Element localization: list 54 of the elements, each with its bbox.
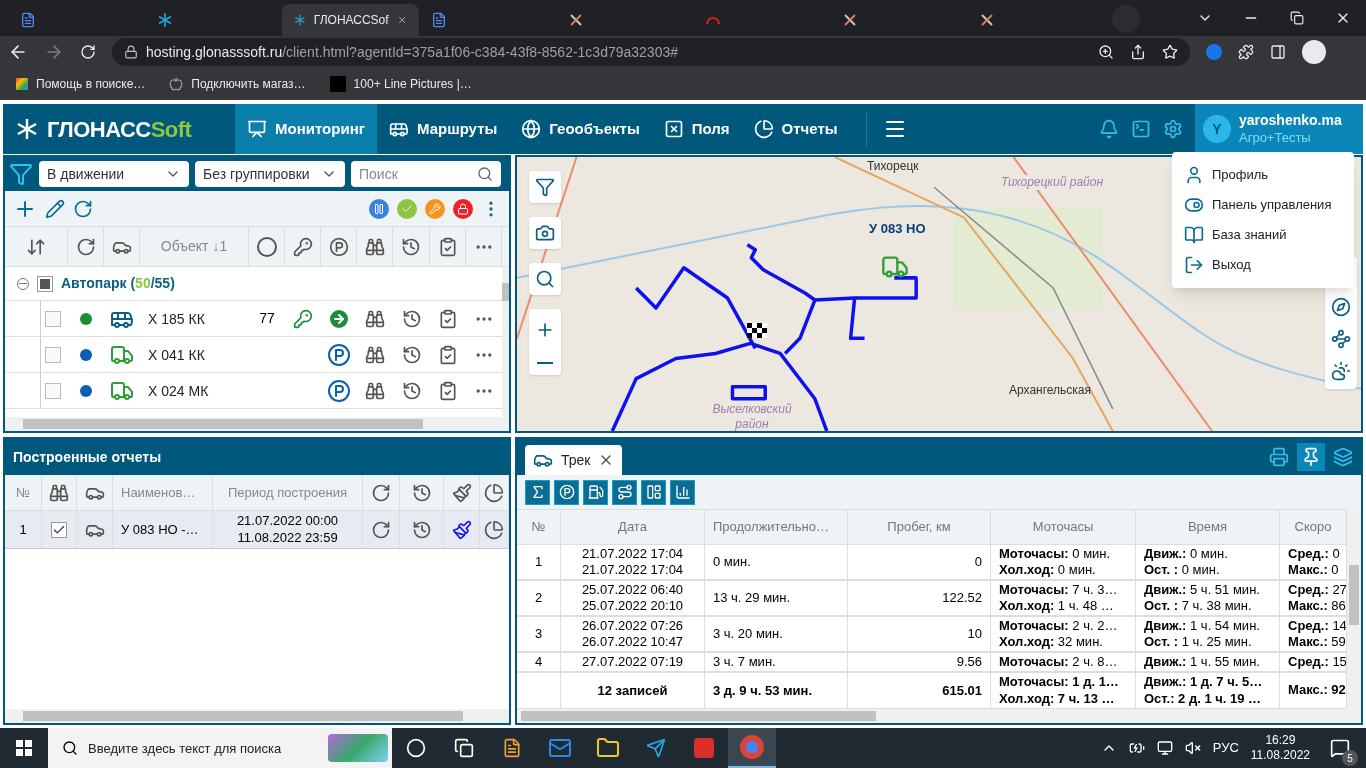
table-cell-text: 1 [19, 520, 27, 539]
clock-date: 11.08.2022 [1250, 748, 1310, 763]
table-cell: Моточасы: 2 ч. 8… [999, 653, 1118, 671]
table-cell-text: 122.52 [942, 589, 982, 608]
table-cell: Движ.: 1 ч. 55 мин. [1144, 653, 1260, 671]
column-header: № [16, 483, 30, 502]
table-cell-text: 2 [534, 589, 543, 608]
user-account: Агро+Тесты [1239, 129, 1312, 146]
table-cell-text: 0 [974, 553, 982, 572]
table-cell-text: 615.01 [942, 681, 982, 700]
table-cell-text: 10 [967, 625, 982, 644]
table-cell: 21.07.2022 00:00 11.08.2022 23:59 [236, 513, 339, 546]
table-cell: 27.07.2022 07:19 [581, 653, 684, 671]
table-cell: Движ.: 1 д. 7 ч. 5… Ост.: 2 д. 1 ч. 19 … [1144, 674, 1263, 707]
table-cell-text: 1 [534, 553, 543, 572]
table-cell: 4 [534, 653, 543, 671]
tab-title: ГЛОНАССSof [313, 12, 389, 29]
table-cell-text: 3 ч. 20 мин. [713, 625, 783, 644]
map-label: Тихорецк [867, 159, 919, 174]
table-cell-text: 0 мин. [713, 553, 751, 572]
table-cell: Макс.: 92 [1288, 682, 1346, 699]
record-count: 12 записей [597, 681, 668, 700]
table-cell: Движ.: 0 мин. Ост. : 0 мин. [1144, 545, 1228, 579]
table-cell: Моточасы: 1 д. 1… Хол.ход: 7 ч. 13 … [999, 674, 1119, 707]
speed-value: 77 [259, 309, 275, 328]
table-cell-text: У 083 НО -… [121, 520, 199, 539]
logo-text: ГЛОНАССSoft [47, 115, 192, 144]
notification-count: 5 [1342, 750, 1358, 766]
table-cell: Моточасы: 2 ч. 2… Хол.ход: 32 мин. [999, 617, 1118, 651]
table-cell: Сред.: 14 Макс.: 59 [1288, 617, 1346, 651]
table-cell-text: 3 д. 9 ч. 53 мин. [713, 681, 813, 700]
table-cell: Сред.: 0 Макс.: 0 [1288, 545, 1340, 579]
url-text: hosting.glonasssoft.ru/client.html?agentId=375a1f06-c384-43f8-8562-1c3d79a32303# [146, 42, 678, 62]
table-cell-text: 13 ч. 29 мин. [713, 589, 791, 608]
table-cell: Моточасы: 7 ч. 3… Хол.ход: 1 ч. 48 … [999, 581, 1118, 615]
user-avatar: Y [1203, 115, 1231, 143]
table-cell: Моточасы: 0 мин. Хол.ход: 0 мин. [999, 545, 1111, 579]
panel-title: Построенные отчеты [13, 447, 162, 467]
table-cell: Сред.: 15 [1288, 653, 1346, 671]
vehicle-label: У 083 НО [869, 220, 926, 238]
table-cell: 21.07.2022 17:04 21.07.2022 17:04 [581, 545, 684, 579]
user-login: yaroshenko.ma [1239, 112, 1342, 130]
table-cell: Сред.: 27 Макс.: 86 [1288, 581, 1346, 615]
table-cell: 9.56 [956, 653, 982, 671]
table-cell: Движ.: 5 ч. 51 мин. Ост. : 7 ч. 38 мин. [1144, 581, 1260, 615]
map-label: Архангельская [1009, 383, 1092, 398]
column-header: Наименов… [121, 483, 196, 502]
clock-time: 16:29 [1265, 733, 1296, 748]
table-cell-text: 3 [534, 625, 543, 644]
table-cell: 3 ч. 7 мин. [713, 653, 776, 671]
table-cell: Движ.: 1 ч. 54 мин. Ост. : 1 ч. 25 мин. [1144, 617, 1260, 651]
column-header: Период построения [227, 483, 348, 502]
table-cell: 25.07.2022 06:40 25.07.2022 20:10 [581, 581, 684, 615]
table-cell: 26.07.2022 07:26 26.07.2022 10:47 [581, 617, 684, 651]
